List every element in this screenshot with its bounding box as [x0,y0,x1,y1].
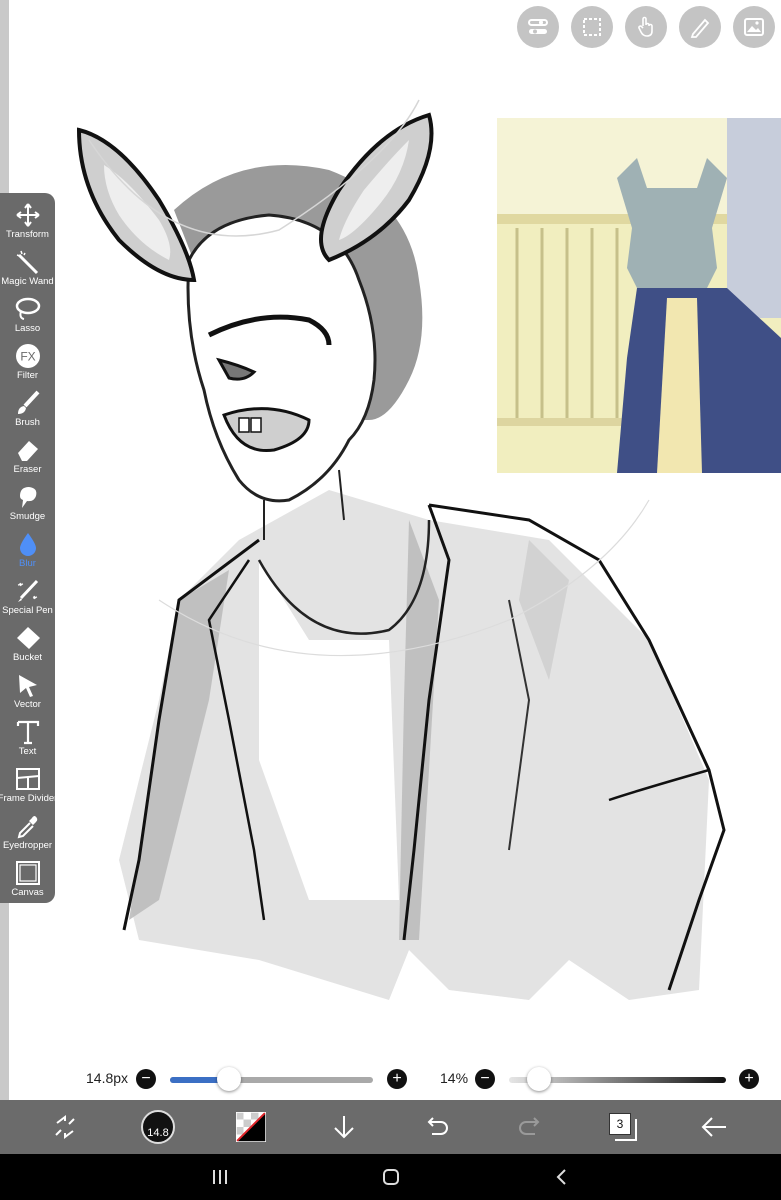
text-icon [16,720,39,745]
hand-gesture-icon [638,16,653,37]
size-decrease-button[interactable]: − [136,1069,156,1089]
opacity-value: 14% [440,1070,469,1086]
tool-label: Text [18,746,37,757]
tool-label: Eyedropper [2,840,53,851]
back-button[interactable] [697,1110,731,1144]
frame-divider-icon [15,768,40,790]
chevron-left-icon [556,1169,566,1185]
arrow-left-icon [701,1117,726,1137]
svg-text:FX: FX [20,350,35,364]
tool-label: Special Pen [2,605,53,616]
lasso-icon [15,297,40,320]
tool-frame-divider[interactable]: Frame Divider [0,763,58,810]
home-button[interactable] [379,1165,403,1189]
tool-label: Smudge [9,511,46,522]
tool-label: Filter [16,370,39,381]
tool-canvas[interactable]: Canvas [0,857,55,904]
tool-label: Vector [14,699,41,710]
brush-icon [17,390,39,414]
ruler-pen-button[interactable] [679,6,721,48]
tool-palette: Transform Magic Wand Lasso FX Filter Bru… [0,193,58,904]
ruler-pen-icon [690,18,710,38]
redo-button[interactable] [513,1110,547,1144]
quick-menu-button[interactable] [48,1110,82,1144]
opacity-slider-thumb[interactable] [527,1067,552,1091]
brush-slider-row: 14.8px − + 14% − + [0,1060,781,1098]
brush-size-indicator: 14.8 [141,1110,175,1144]
fx-icon: FX [15,344,40,368]
smudge-icon [19,487,36,508]
top-action-bar [517,6,775,48]
reference-photo-content [497,118,781,473]
hand-gesture-button[interactable] [625,6,667,48]
arrow-down-icon [334,1116,354,1139]
eraser-icon [17,441,38,461]
tool-eyedropper[interactable]: Eyedropper [0,810,55,857]
tool-label: Brush [15,417,40,428]
tool-label: Canvas [11,887,44,898]
tool-magic-wand[interactable]: Magic Wand [0,246,55,293]
transform-icon [15,203,40,227]
blur-drop-icon [19,533,36,556]
tool-blur[interactable]: Blur [0,528,55,575]
tool-label: Eraser [13,464,42,475]
image-material-button[interactable] [733,6,775,48]
color-button[interactable] [234,1110,268,1144]
selection-button[interactable] [571,6,613,48]
layer-count: 3 [609,1113,631,1135]
tool-special-pen[interactable]: Special Pen [0,575,55,622]
tool-smudge[interactable]: Smudge [0,481,55,528]
bucket-icon [16,627,40,649]
reference-image[interactable] [497,118,781,473]
special-pen-icon [17,579,38,602]
selection-icon [583,18,601,36]
home-icon [383,1169,399,1185]
bottom-toolbar: 14.8 3 [0,1100,781,1154]
tool-eraser[interactable]: Eraser [0,434,55,481]
image-material-icon [744,18,764,36]
size-slider-thumb[interactable] [216,1067,241,1091]
brush-size-button[interactable]: 14.8 [141,1110,175,1144]
tool-label: Magic Wand [1,276,54,287]
layers-button[interactable]: 3 [606,1110,640,1144]
tool-filter[interactable]: FX Filter [0,340,55,387]
tool-label: Transform [6,229,49,240]
undo-button[interactable] [420,1110,454,1144]
undo-icon [427,1117,448,1135]
tool-label: Lasso [14,323,41,334]
tool-lasso[interactable]: Lasso [0,293,55,340]
system-nav-bar [0,1154,781,1200]
tool-text[interactable]: Text [0,716,55,763]
eyedropper-icon [17,816,37,839]
recent-apps-button[interactable] [208,1165,232,1189]
tool-label: Frame Divider [0,793,58,804]
vector-arrow-icon [18,675,37,697]
download-button[interactable] [327,1110,361,1144]
layer-settings-icon [528,19,548,34]
brush-size-value: 14.8px [86,1070,129,1086]
redo-icon [519,1117,540,1135]
tool-label: Bucket [12,652,43,663]
tool-bucket[interactable]: Bucket [0,622,55,669]
recent-apps-icon [213,1170,227,1184]
layer-settings-button[interactable] [517,6,559,48]
tool-vector[interactable]: Vector [0,669,55,716]
quick-access-icon [55,1115,75,1139]
tool-brush[interactable]: Brush [0,387,55,434]
size-increase-button[interactable]: + [387,1069,407,1089]
tool-transform[interactable]: Transform [0,199,55,246]
canvas-icon [15,861,40,885]
color-swatch-icon [236,1112,266,1142]
opacity-decrease-button[interactable]: − [475,1069,495,1089]
system-back-button[interactable] [550,1165,574,1189]
magic-wand-icon [16,250,38,275]
size-slider-track[interactable] [170,1077,373,1083]
opacity-increase-button[interactable]: + [739,1069,759,1089]
tool-label: Blur [19,558,36,569]
